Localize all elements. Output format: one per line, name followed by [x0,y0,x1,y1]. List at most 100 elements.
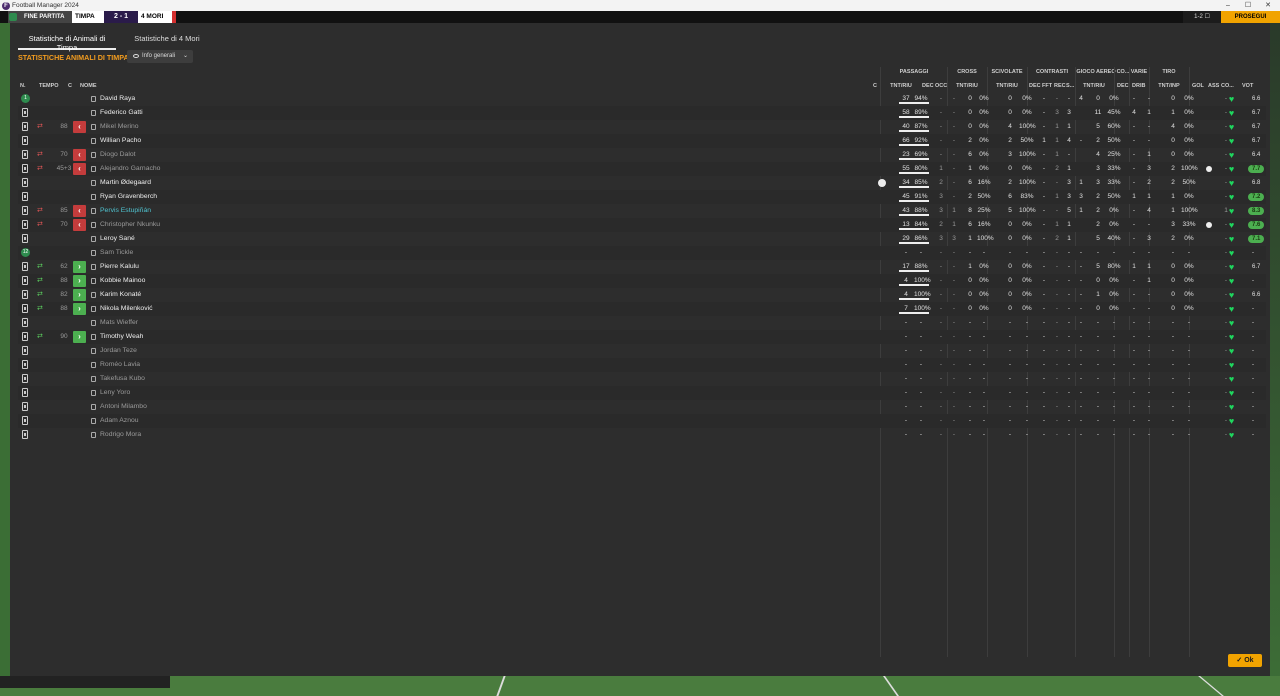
table-row[interactable]: ⇄ › 88 Kobbie Mainoo 4 100% - -0 0% 0 0% - - - -0 0% -1 0… [18,274,1266,288]
table-row[interactable]: Adam Aznou - - - - - - - - - - - - - - - - - - - ♥ - [18,414,1266,428]
player-profile-icon[interactable] [91,404,96,410]
player-name[interactable]: Roméo Lavia [100,358,300,372]
table-row[interactable]: ⇄ ‹ 88 Mikel Merino 40 87% - -0 0% 4 100% -1 1 5 60% - -… [18,120,1266,134]
table-row[interactable]: 1 David Raya 37 94% - -0 0% 0 0% - - -4 0 0% - -0 0% - ♥ 6.… [18,92,1266,106]
col-gol[interactable]: GOL [1192,83,1204,89]
table-row[interactable]: Takefusa Kubo - - - - - - - - - - - - - - - - - - - ♥ - [18,372,1266,386]
player-name[interactable]: Christopher Nkunku [100,218,300,232]
col-cross-tnt[interactable]: TNT/RIU [956,83,978,89]
player-profile-icon[interactable] [91,306,96,312]
maximize-button[interactable]: ☐ [1238,0,1258,11]
player-profile-icon[interactable] [91,432,96,438]
col-n[interactable]: N. [20,83,26,89]
player-profile-icon[interactable] [91,180,96,186]
player-profile-icon[interactable] [91,278,96,284]
table-row[interactable]: Willian Pacho 66 92% - - 2 0% 2 50% 1 1 4 - 2 50% - - 0 0%… [18,134,1266,148]
player-name[interactable]: Nikola Milenković [100,302,300,316]
player-name[interactable]: Sam Tickle [100,246,300,260]
player-name[interactable]: Alejandro Garnacho [100,162,300,176]
player-name[interactable]: Pervis Estupiñán [100,204,300,218]
player-profile-icon[interactable] [91,376,96,382]
col-sciv-tnt[interactable]: TNT/RIU [996,83,1018,89]
player-name[interactable]: Adam Aznou [100,414,300,428]
player-name[interactable]: Diogo Dalot [100,148,300,162]
table-row[interactable]: Ryan Gravenberch 45 91% 3 - 2 50% 6 83% - 1 3 3 2 50% 1… [18,190,1266,204]
col-co-dec[interactable]: DEC [1117,83,1129,89]
player-profile-icon[interactable] [91,222,96,228]
table-row[interactable]: Roméo Lavia - - - - - - - - - - - - - - - - - - - ♥ - [18,358,1266,372]
col-pass-dec[interactable]: DEC [922,83,934,89]
player-name[interactable]: Timothy Weah [100,330,300,344]
player-profile-icon[interactable] [91,334,96,340]
col-pass-occ[interactable]: OCC [935,83,947,89]
player-name[interactable]: Kobbie Mainoo [100,274,300,288]
table-row[interactable]: ⇄ › 88 Nikola Milenković 7 100% - -0 0% 0 0% - - - -0 0… [18,302,1266,316]
player-profile-icon[interactable] [91,138,96,144]
player-name[interactable]: Martin Ødegaard [100,176,300,190]
player-name[interactable]: David Raya [100,92,300,106]
player-profile-icon[interactable] [91,320,96,326]
table-row[interactable]: 12 Sam Tickle - - - - - - - - - - - - - - - - - - - ♥ - [18,246,1266,260]
player-name[interactable]: Jordan Teze [100,344,300,358]
player-profile-icon[interactable] [91,348,96,354]
player-name[interactable]: Pierre Kalulu [100,260,300,274]
player-name[interactable]: Willian Pacho [100,134,300,148]
player-profile-icon[interactable] [91,390,96,396]
player-profile-icon[interactable] [91,194,96,200]
minimize-button[interactable]: – [1218,0,1238,11]
proceed-button[interactable]: PROSEGUI [1221,11,1280,23]
player-name[interactable]: Rodrigo Mora [100,428,300,442]
close-window-button[interactable]: ✕ [1258,0,1278,11]
table-row[interactable]: ⇄ › 90 Timothy Weah - - - - - - - - - - - - - - - - - - - ♥ - [18,330,1266,344]
col-tiro-tnt[interactable]: TNT/INP [1158,83,1180,89]
player-profile-icon[interactable] [91,250,96,256]
player-name[interactable]: Federico Gatti [100,106,300,120]
info-view-dropdown[interactable]: Info generali ⌄ [127,50,193,63]
table-row[interactable]: ⇄ ‹ 45+3 Alejandro Garnacho 55 80% 1-1 0% 0 0% -2 1… [18,162,1266,176]
col-drib[interactable]: DRIB [1132,83,1145,89]
player-name[interactable]: Antoni Milambo [100,400,300,414]
table-row[interactable]: ⇄ › 62 Pierre Kalulu 17 88% - - 1 0% 0 0% - - - - 5 80% 1 1… [18,260,1266,274]
table-row[interactable]: ⇄ ‹ 70 Diogo Dalot 23 69% - -6 0% 3 100% -1-4 25% -1 0… [18,148,1266,162]
ok-button[interactable]: ✓ Ok [1228,654,1262,667]
table-row[interactable]: Rodrigo Mora - - - - - - - - - - - - - - - - - - - ♥ - [18,428,1266,442]
col-con-s[interactable]: S... [1066,83,1074,89]
table-row[interactable]: Martin Ødegaard 34 85% 2-6 16% 2 100% - -3 1 3 33% -… [18,176,1266,190]
player-profile-icon[interactable] [91,236,96,242]
col-condition[interactable]: CO... [1221,83,1234,89]
player-profile-icon[interactable] [91,166,96,172]
table-row[interactable]: Jordan Teze - - - - - - - - - - - - - - - - - - - ♥ - [18,344,1266,358]
col-vot[interactable]: VOT [1242,83,1253,89]
col-ass[interactable]: ASS [1208,83,1219,89]
col-con-rec[interactable]: REC [1054,83,1066,89]
col-c[interactable]: C [68,83,72,89]
player-name[interactable]: Karim Konaté [100,288,300,302]
col-tempo[interactable]: TEMPO [39,83,59,89]
table-row[interactable]: ⇄ › 82 Karim Konaté 4 100% - -0 0% 0 0% - - - -1 0% - -0 0… [18,288,1266,302]
player-profile-icon[interactable] [91,152,96,158]
table-row[interactable]: Mats Wieffer - - - - - - - - - - - - - - - - - - - ♥ - [18,316,1266,330]
table-row[interactable]: Leny Yoro - - - - - - - - - - - - - - - - - - - ♥ - [18,386,1266,400]
player-name[interactable]: Leroy Sané [100,232,300,246]
tab-home-stats[interactable]: Statistiche di Animali di Timpa [18,34,116,52]
player-profile-icon[interactable] [91,208,96,214]
player-name[interactable]: Mikel Merino [100,120,300,134]
table-row[interactable]: ⇄ ‹ 85 Pervis Estupiñán 43 88% 3 1 8 25% 5 100% - -5 1… [18,204,1266,218]
player-name[interactable]: Leny Yoro [100,386,300,400]
player-profile-icon[interactable] [91,362,96,368]
table-row[interactable]: Federico Gatti 58 89% - -0 0% 0 0% -3 3 11 45% 4 1 1 0%… [18,106,1266,120]
player-profile-icon[interactable] [91,264,96,270]
player-name[interactable]: Mats Wieffer [100,316,300,330]
col-con-fft[interactable]: FFT [1042,83,1052,89]
player-profile-icon[interactable] [91,110,96,116]
tab-away-stats[interactable]: Statistiche di 4 Mori [128,34,206,48]
player-profile-icon[interactable] [91,124,96,130]
table-row[interactable]: Leroy Sané 29 86% 3 3 1 100% 0 0% -2 1 5 40% -3 2 0% - ♥ 7… [18,232,1266,246]
player-profile-icon[interactable] [91,96,96,102]
col-nome[interactable]: NOME [80,83,97,89]
col-pass-tnt[interactable]: TNT/RIU [890,83,912,89]
col-captain[interactable]: C [873,83,877,89]
player-profile-icon[interactable] [91,292,96,298]
player-name[interactable]: Takefusa Kubo [100,372,300,386]
player-profile-icon[interactable] [91,418,96,424]
